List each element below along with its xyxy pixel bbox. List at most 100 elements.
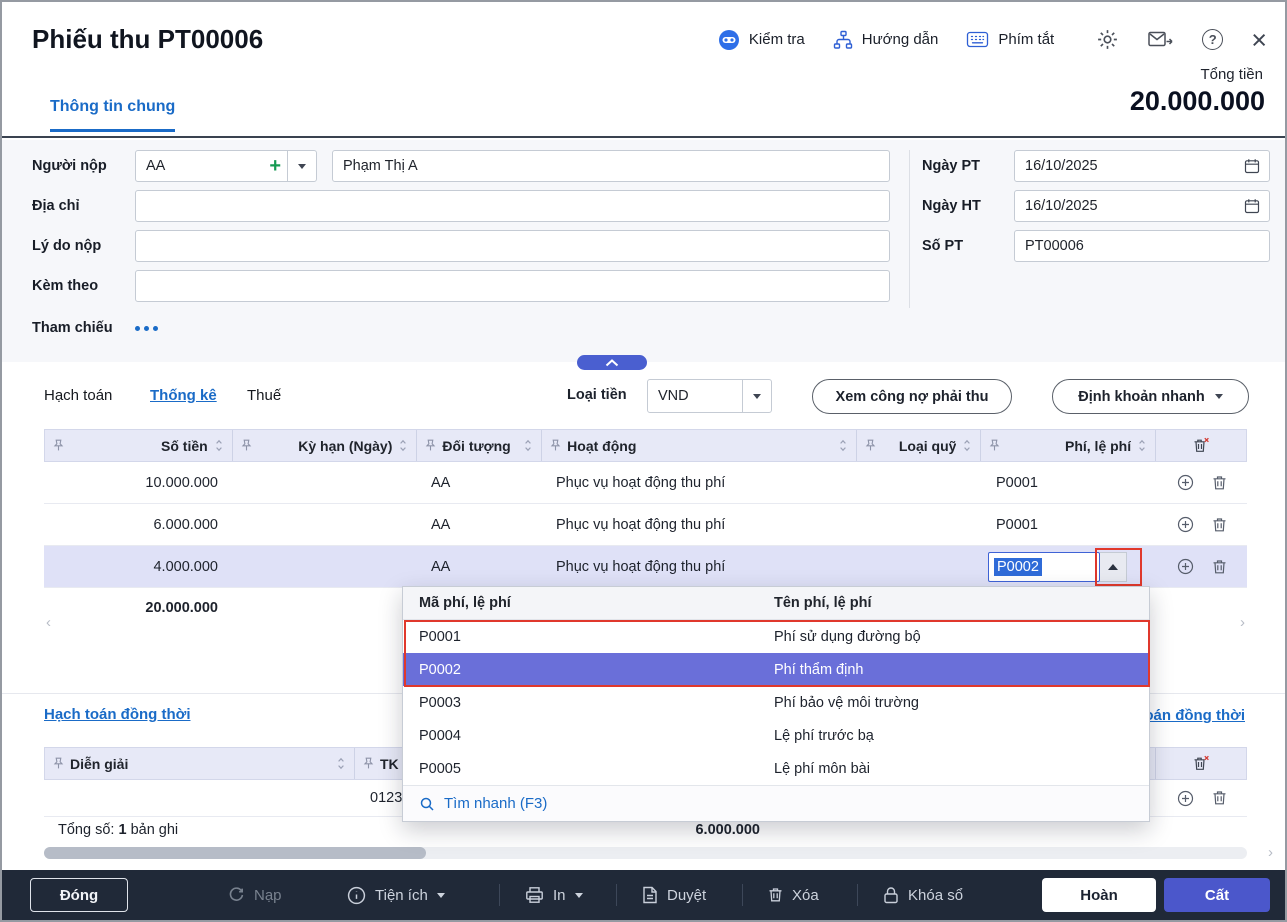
sort-icon[interactable]: [962, 439, 972, 452]
scrollbar-thumb[interactable]: [44, 847, 426, 859]
delete-row-icon[interactable]: [1212, 517, 1227, 533]
cell-activity: Phục vụ hoạt động thu phí: [542, 462, 857, 503]
close-icon[interactable]: ×: [1251, 30, 1267, 50]
horizontal-scrollbar[interactable]: [44, 847, 1247, 859]
settings-gear-icon[interactable]: [1096, 28, 1119, 51]
lock-button[interactable]: Khóa sổ: [883, 870, 963, 920]
attachment-label: Kèm theo: [32, 270, 132, 302]
delete-row-icon[interactable]: [1212, 475, 1227, 491]
simultaneous-accounting-link[interactable]: Hạch toán đồng thời: [44, 706, 190, 723]
pin-icon: [53, 757, 64, 770]
tab-tax[interactable]: Thuế: [247, 387, 281, 404]
add-payer-icon[interactable]: +: [263, 156, 287, 176]
voucher-no-input[interactable]: PT00006: [1014, 230, 1270, 262]
currency-select[interactable]: VND: [647, 379, 772, 413]
fee-combobox-input[interactable]: P0002: [988, 552, 1100, 582]
payer-name-input[interactable]: Phạm Thị A: [332, 150, 890, 182]
grid-header-row: Số tiền Kỳ hạn (Ngày) Đối tượng Hoạt độn…: [44, 429, 1247, 462]
cell-fee: P0001: [982, 462, 1157, 503]
sort-icon[interactable]: [214, 439, 224, 452]
sort-icon[interactable]: [336, 757, 346, 770]
col-header-description[interactable]: Diễn giải: [45, 748, 355, 779]
payer-code-combobox[interactable]: AA +: [135, 150, 317, 182]
print-button[interactable]: In: [525, 870, 583, 920]
sort-icon[interactable]: [838, 439, 848, 452]
attachment-input[interactable]: [135, 270, 890, 302]
delete-all-rows-icon[interactable]: [1193, 437, 1210, 454]
fee-option[interactable]: P0004 Lệ phí trước bạ: [403, 719, 1149, 752]
sort-icon[interactable]: [1137, 439, 1147, 452]
fee-dropdown-toggle[interactable]: [1100, 552, 1127, 582]
tab-accounting[interactable]: Hạch toán: [44, 387, 112, 404]
add-row-icon[interactable]: [1177, 790, 1194, 807]
close-button[interactable]: Đóng: [30, 878, 128, 912]
fee-option[interactable]: P0001 Phí sử dụng đường bộ: [403, 620, 1149, 653]
scroll-left-icon[interactable]: ‹: [46, 614, 51, 631]
cell-term: [232, 462, 417, 503]
currency-dropdown-toggle[interactable]: [742, 380, 771, 412]
approve-button[interactable]: Duyệt: [642, 870, 706, 920]
quick-entry-button[interactable]: Định khoản nhanh: [1052, 379, 1249, 414]
calendar-icon[interactable]: [1244, 158, 1269, 174]
delete-button[interactable]: Xóa: [768, 870, 819, 920]
view-receivables-button[interactable]: Xem công nợ phải thu: [812, 379, 1012, 414]
quick-search-label: Tìm nhanh (F3): [444, 795, 547, 812]
cell-object: AA: [417, 462, 542, 503]
col-header-activity[interactable]: Hoạt động: [542, 430, 856, 461]
grid-row-selected[interactable]: 4.000.000 AA Phục vụ hoạt động thu phí P…: [44, 546, 1247, 588]
check-button[interactable]: Kiểm tra: [718, 29, 805, 51]
tab-statistics[interactable]: Thống kê: [150, 387, 217, 404]
date-ht-value: 16/10/2025: [1015, 198, 1244, 214]
date-ht-input[interactable]: 16/10/2025: [1014, 190, 1270, 222]
cell-fund: [857, 504, 982, 545]
grid-row[interactable]: 6.000.000 AA Phục vụ hoạt động thu phí P…: [44, 504, 1247, 546]
calendar-icon[interactable]: [1244, 198, 1269, 214]
bot-check-icon: [718, 29, 740, 51]
save-button[interactable]: Cất: [1164, 878, 1270, 912]
col-header-fund[interactable]: Loại quỹ: [857, 430, 982, 461]
utilities-button[interactable]: Tiện ích: [347, 870, 445, 920]
sort-icon[interactable]: [398, 439, 408, 452]
shortcut-button[interactable]: Phím tắt: [966, 31, 1054, 48]
date-pt-input[interactable]: 16/10/2025: [1014, 150, 1270, 182]
voucher-no-value: PT00006: [1015, 238, 1269, 254]
col-header-amount[interactable]: Số tiền: [45, 430, 233, 461]
fee-option-selected[interactable]: P0002 Phí thẩm định: [403, 653, 1149, 686]
payer-dropdown-toggle[interactable]: [287, 151, 316, 181]
sort-icon[interactable]: [523, 439, 533, 452]
add-row-icon[interactable]: [1177, 558, 1194, 575]
delete-row-icon[interactable]: [1212, 559, 1227, 575]
fee-option[interactable]: P0003 Phí bảo vệ môi trường: [403, 686, 1149, 719]
guide-button[interactable]: Hướng dẫn: [833, 30, 939, 50]
cell-description: [44, 780, 354, 816]
trash-icon: [768, 887, 783, 903]
tab-general-info[interactable]: Thông tin chung: [50, 98, 175, 132]
send-mail-icon[interactable]: [1147, 30, 1174, 50]
grid-row[interactable]: 10.000.000 AA Phục vụ hoạt động thu phí …: [44, 462, 1247, 504]
col-header-fee[interactable]: Phí, lệ phí: [981, 430, 1156, 461]
delete-row-icon[interactable]: [1212, 790, 1227, 806]
col-header-object[interactable]: Đối tượng: [417, 430, 542, 461]
col-header-term[interactable]: Kỳ hạn (Ngày): [233, 430, 418, 461]
address-input[interactable]: [135, 190, 890, 222]
scroll-right-icon[interactable]: ›: [1268, 844, 1273, 861]
reason-input[interactable]: [135, 230, 890, 262]
date-pt-value: 16/10/2025: [1015, 158, 1244, 174]
date-ht-label: Ngày HT: [922, 190, 1010, 222]
add-row-icon[interactable]: [1177, 474, 1194, 491]
shortcut-label: Phím tắt: [998, 31, 1054, 48]
reference-ellipsis-button[interactable]: [135, 312, 158, 344]
delete-all-rows-icon[interactable]: [1193, 755, 1210, 772]
reload-button[interactable]: Nạp: [227, 870, 282, 920]
total-amount-value: 20.000.000: [1130, 86, 1265, 117]
simultaneous-total-amount: 6.000.000: [642, 822, 760, 838]
cell-amount: 10.000.000: [44, 462, 232, 503]
collapse-form-button[interactable]: [577, 355, 647, 370]
quick-search-button[interactable]: Tìm nhanh (F3): [403, 785, 1149, 821]
undo-button[interactable]: Hoàn: [1042, 878, 1156, 912]
fee-option[interactable]: P0005 Lệ phí môn bài: [403, 752, 1149, 785]
add-row-icon[interactable]: [1177, 516, 1194, 533]
cell-fund: [857, 546, 982, 587]
scroll-right-icon[interactable]: ›: [1240, 614, 1245, 631]
help-icon[interactable]: ?: [1202, 29, 1223, 50]
